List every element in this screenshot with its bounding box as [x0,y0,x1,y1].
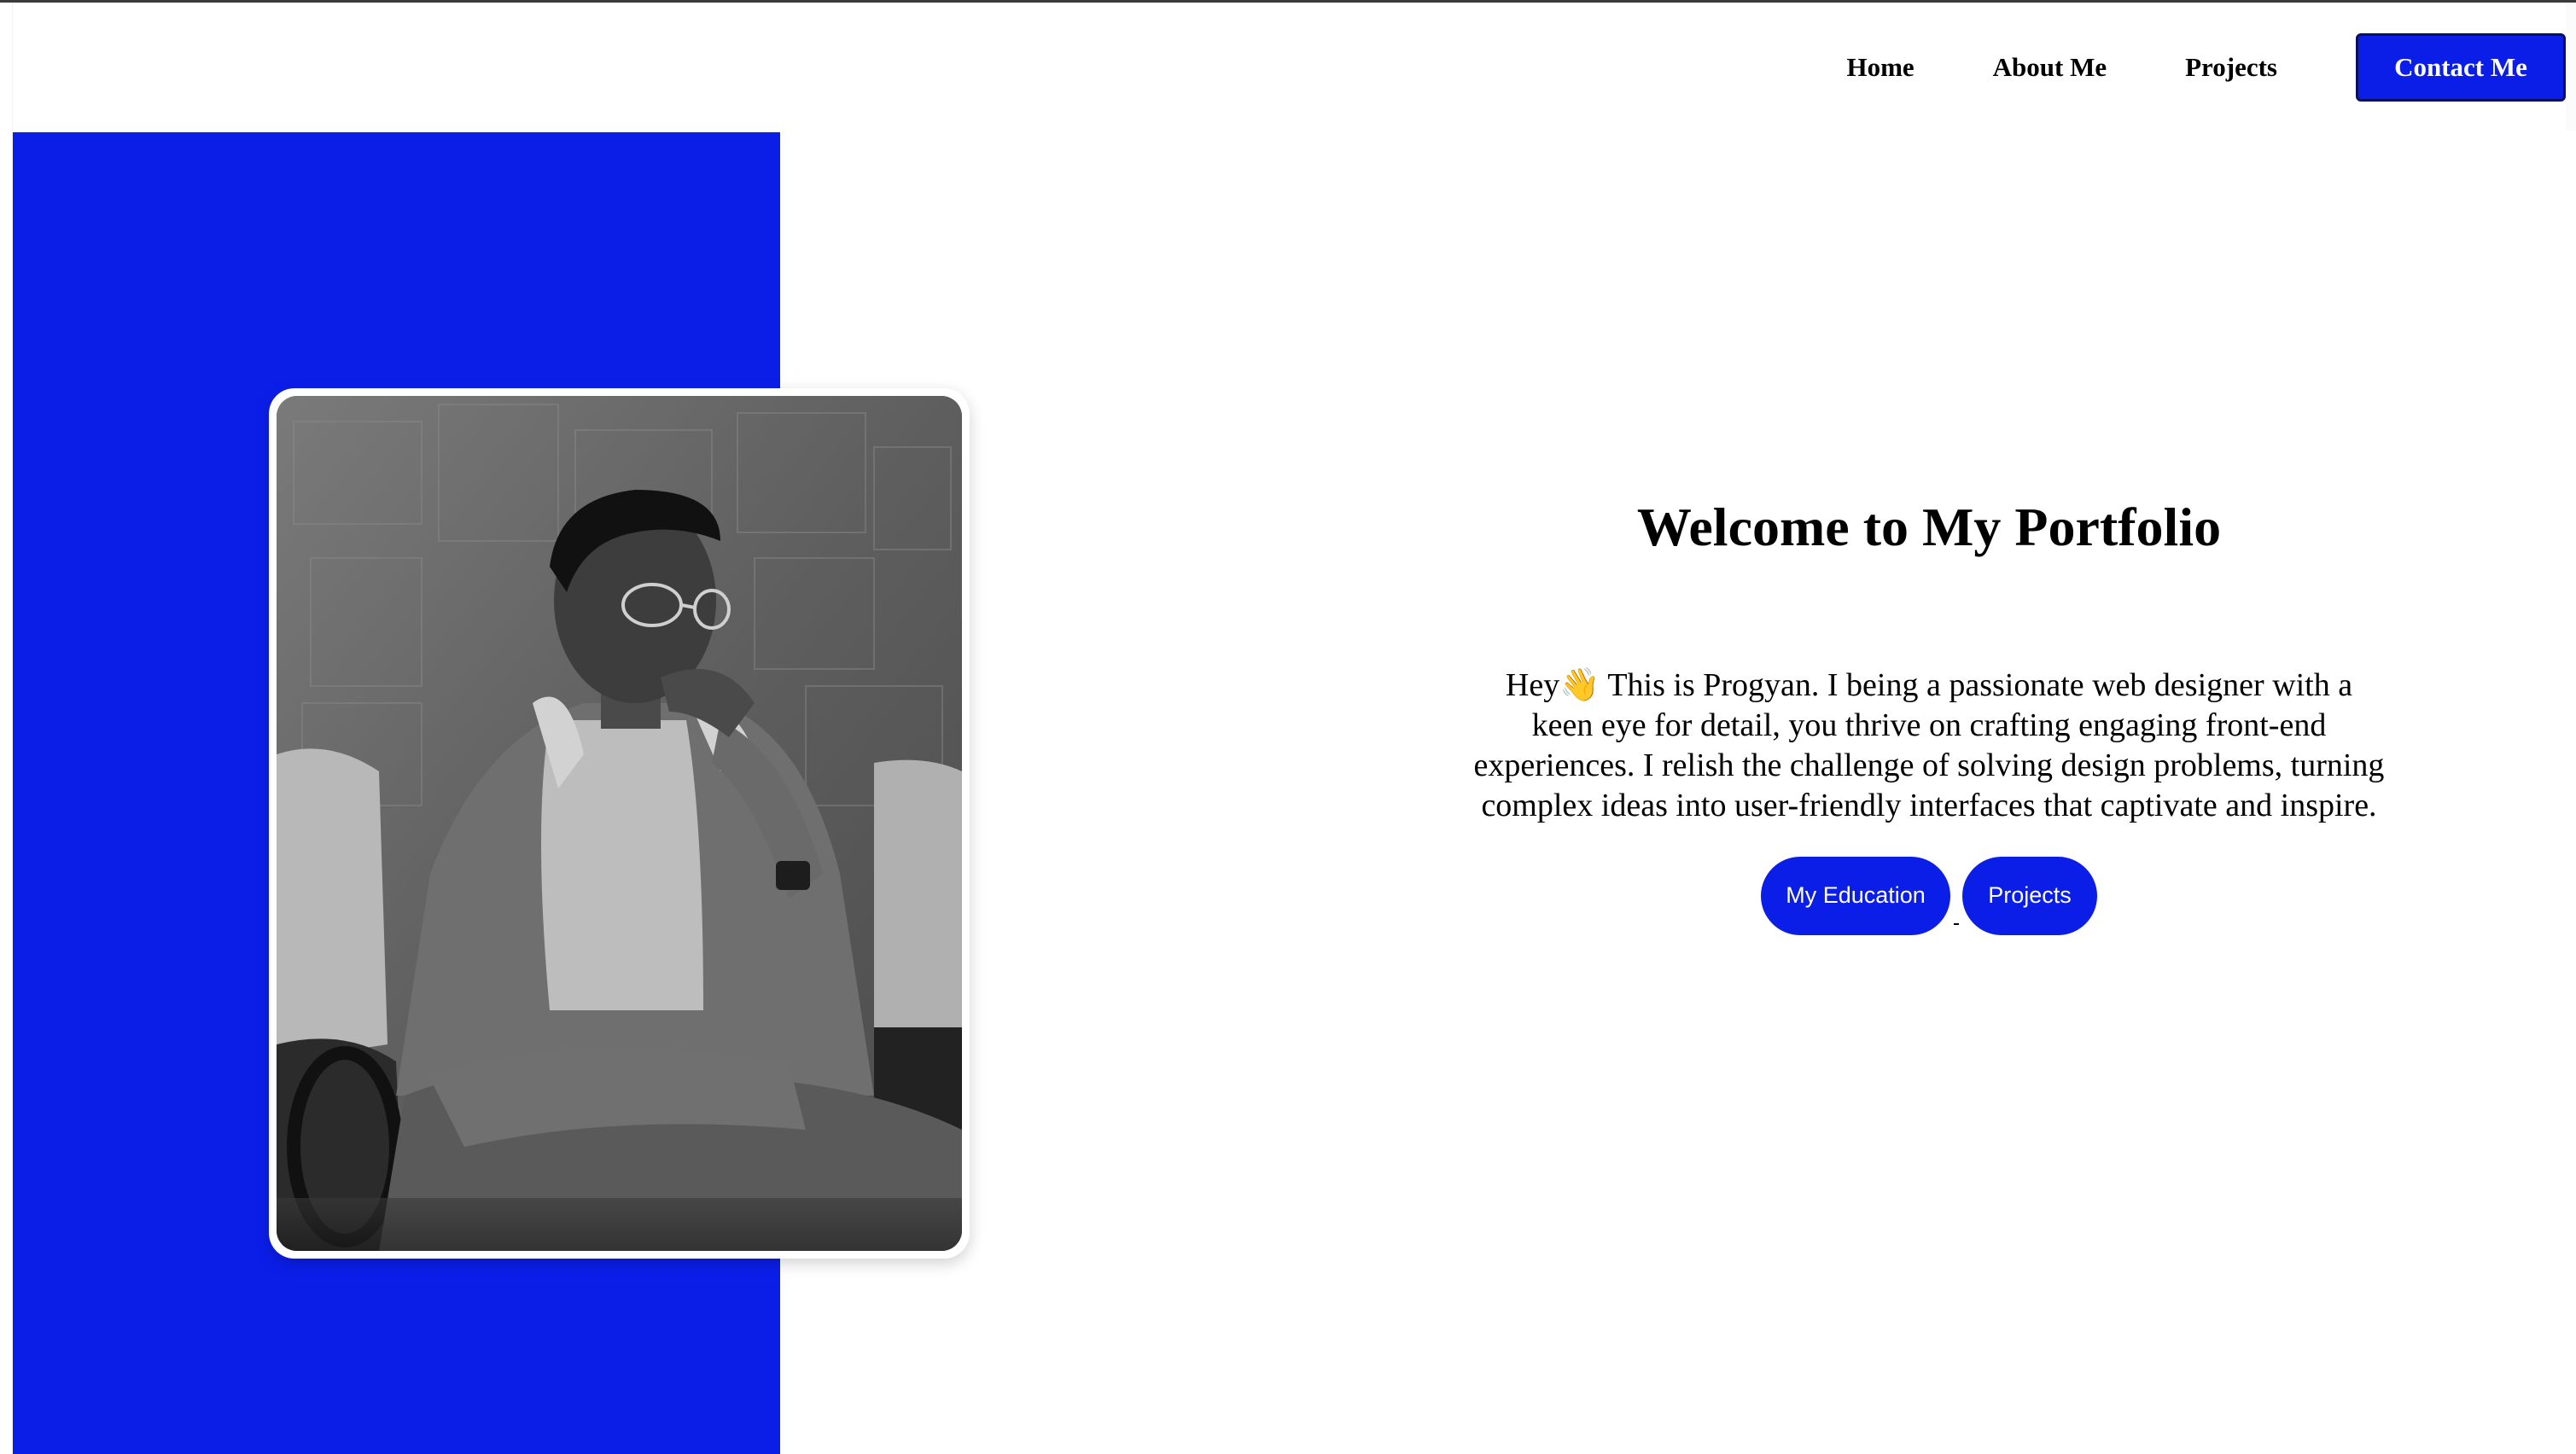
page-left-margin [0,3,13,1454]
intro-paragraph: Hey👋 This is Progyan. I being a passiona… [1473,666,2385,823]
page-right-margin [2566,3,2576,131]
my-education-button[interactable]: My Education [1761,856,1950,935]
nav-about-link[interactable]: About Me [1993,52,2107,83]
contact-me-button[interactable]: Contact Me [2356,33,2566,102]
page-title: Welcome to My Portfolio [1636,497,2222,557]
button-separator [1954,922,1959,925]
projects-button[interactable]: Projects [1962,856,2097,935]
profile-photo [277,396,962,1251]
navbar: Home About Me Projects Contact Me [13,3,2566,132]
nav-links: Home About Me Projects Contact Me [1846,3,2566,132]
hero-button-group: My Education Projects [1451,856,2407,935]
nav-projects-link[interactable]: Projects [2185,52,2277,83]
hero-section: Welcome to My Portfolio Hey👋 This is Pro… [1451,495,2407,935]
profile-photo-card [269,388,970,1259]
profile-photo-image [277,396,962,1251]
nav-home-link[interactable]: Home [1846,52,1914,83]
